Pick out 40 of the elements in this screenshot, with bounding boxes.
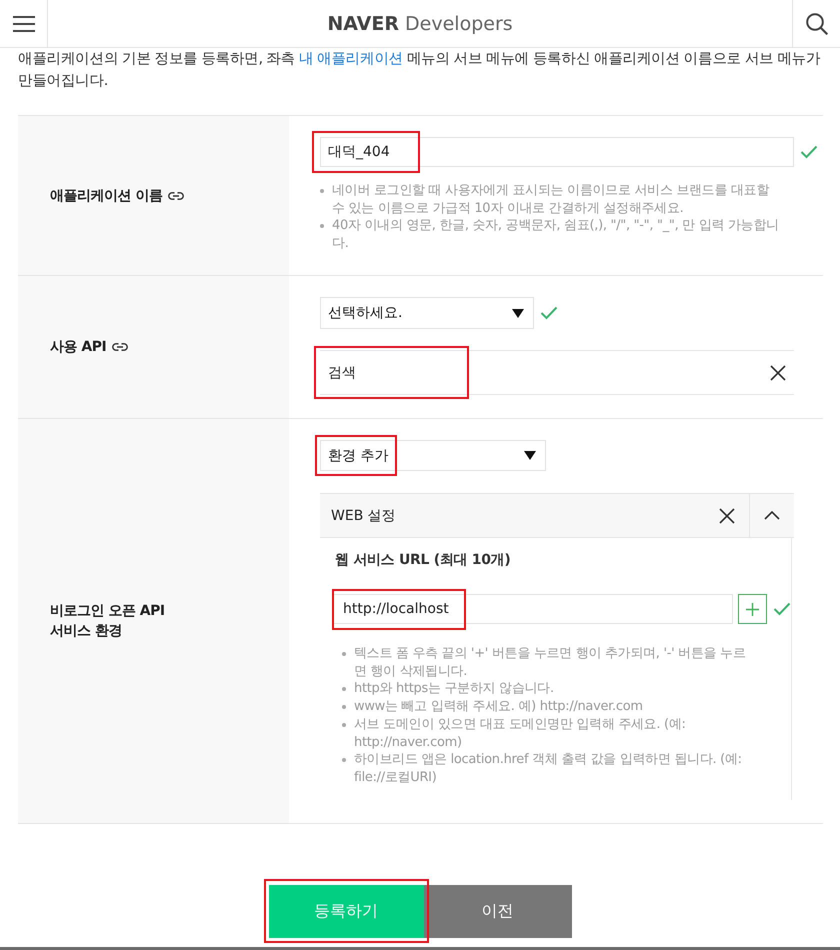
field-label: 비로그인 오픈 API 서비스 환경	[50, 602, 165, 641]
bullet-icon	[320, 224, 324, 228]
help-text: 텍스트 폼 우측 끝의 '+' 버튼을 누르면 행이 추가되며, '-' 버튼을 누르면 행이 삭제됩니다.	[354, 645, 747, 680]
url-field[interactable]: http://localhost	[333, 594, 733, 624]
close-icon[interactable]	[770, 364, 786, 380]
caret-icon	[524, 451, 536, 460]
intro-text: 애플리케이션의 기본 정보를 등록하면, 좌측 내 애플리케이션 메뉴의 서브 메뉴에 등록하신 애플리케이션 이름으로 서브 메뉴가 만들어집니다.	[17, 50, 822, 91]
link-icon[interactable]	[168, 192, 184, 200]
panel-title: WEB 설정	[331, 506, 397, 524]
bullet-icon	[342, 652, 346, 656]
plus-icon	[746, 602, 759, 616]
naver-developers-logo[interactable]: NAVER Developers	[327, 12, 513, 34]
help-text: 40자 이내의 영문, 한글, 숫자, 공백문자, 쉼표(,), "/", "-", "_", 만 입력 가능합니다.	[332, 217, 780, 252]
bullet-icon	[342, 722, 346, 727]
api-item-label: 검색	[328, 364, 356, 382]
field-label: 사용 API	[50, 338, 106, 357]
api-select[interactable]: 선택하세요.	[320, 297, 534, 329]
bullet-icon	[342, 705, 346, 710]
help-text: 서브 도메인이 있으면 대표 도메인명만 입력해 주세요. (예: http://naver.com)	[354, 716, 687, 752]
bullet-icon	[320, 189, 324, 193]
bullet-icon	[342, 687, 346, 692]
link-icon[interactable]	[112, 343, 128, 351]
url-label: 웹 서비스 URL (최대 10개)	[334, 551, 512, 570]
my-applications-link[interactable]: 내 애플리케이션	[298, 51, 403, 67]
bullet-icon	[342, 758, 346, 762]
field-label: 애플리케이션 이름	[50, 186, 162, 206]
help-text: http와 https는 구분하지 않습니다.	[354, 680, 554, 698]
environment-select[interactable]: 환경 추가	[320, 440, 546, 471]
chevron-up-icon[interactable]	[764, 511, 780, 520]
help-text: 네이버 로그인할 때 사용자에게 표시되는 이름이므로 서비스 브랜드를 대표할 수 있는 이름으로 가급적 10자 이내로 간결하게 설정해주세요.	[332, 182, 770, 217]
panel-header[interactable]: WEB 설정	[320, 493, 794, 538]
help-text: 하이브리드 앱은 location.href 객체 출력 값을 입력하면 됩니다. (예: file://로컬URI)	[354, 751, 743, 787]
app-name-field[interactable]: 대덕_404	[320, 137, 794, 167]
caret-icon	[512, 308, 524, 318]
search-icon	[806, 12, 828, 34]
previous-button[interactable]: 이전	[424, 884, 572, 938]
help-text: www는 빼고 입력해 주세요. 예) http://naver.com	[354, 698, 643, 716]
add-button[interactable]	[738, 594, 767, 624]
close-icon[interactable]	[719, 508, 735, 524]
menu-icon	[12, 16, 34, 32]
